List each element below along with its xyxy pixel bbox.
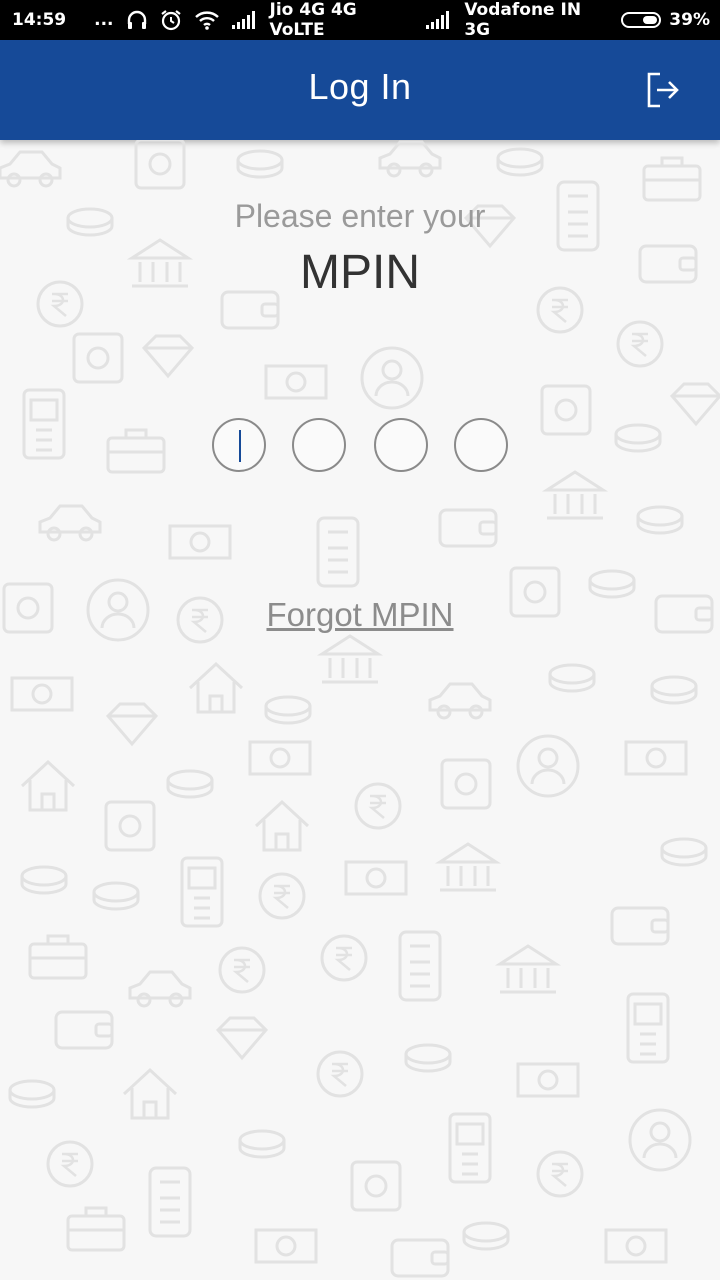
logout-icon [647,72,679,108]
mpin-title: MPIN [300,246,420,299]
mpin-digit-1[interactable] [212,418,266,472]
wifi-icon [194,10,220,30]
more-notifications-icon: ... [94,10,114,30]
page-title: Log In [308,66,412,107]
mpin-prompt: Please enter your [234,198,486,234]
headphones-icon [126,10,148,30]
signal-icon [426,11,452,29]
battery-icon [621,12,662,28]
carrier2-label: Vodafone IN 3G [464,0,582,40]
alarm-icon [160,9,182,31]
status-time: 14:59 [12,10,67,30]
app-bar: Log In [0,40,720,140]
mpin-digit-3[interactable] [374,418,428,472]
carrier1-label: Jio 4G 4G VoLTE [269,0,357,40]
battery-percent: 39% [669,10,710,30]
mpin-digit-2[interactable] [292,418,346,472]
background-pattern [0,140,720,1278]
status-bar: 14:59 ... Jio 4G 4G VoLTE Vodafone IN 3G… [0,0,720,40]
signal-icon [231,11,258,29]
forgot-mpin-link[interactable]: Forgot MPIN [0,596,720,634]
text-cursor [239,430,241,462]
logout-button[interactable] [644,70,684,110]
mpin-input-group [0,418,720,474]
mpin-digit-4[interactable] [454,418,508,472]
